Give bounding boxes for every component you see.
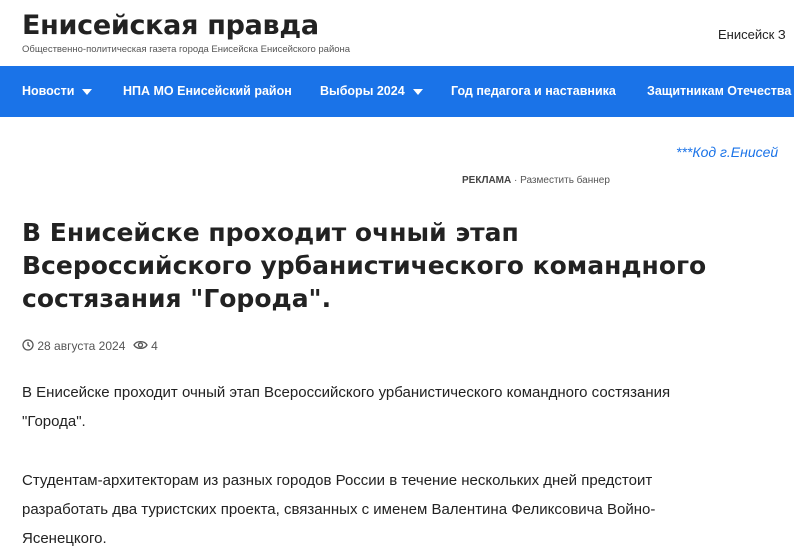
nav-item-label: НПА МО Енисейский район bbox=[123, 84, 292, 98]
nav-item-news[interactable]: Новости bbox=[22, 66, 93, 117]
clock-icon bbox=[22, 339, 34, 351]
nav-item-label: Год педагога и наставника bbox=[451, 84, 616, 98]
article-paragraph: В Енисейске проходит очный этап Всеросси… bbox=[22, 384, 671, 430]
eye-icon bbox=[132, 340, 148, 350]
ad-line: РЕКЛАМА · Разместить баннер bbox=[462, 175, 610, 186]
article-date: 28 августа 2024 bbox=[37, 338, 126, 353]
site-description: Общественно-политическая газета города Е… bbox=[22, 44, 351, 55]
chevron-down-icon bbox=[412, 88, 423, 95]
nav-item-defenders[interactable]: Защитникам Отечества bbox=[647, 66, 791, 117]
nav-item-label: Защитникам Отечества bbox=[647, 84, 792, 98]
nav-item-elections[interactable]: Выборы 2024 bbox=[320, 66, 423, 117]
main-navigation: Новости НПА МО Енисейский район Выборы 2… bbox=[0, 66, 794, 117]
nav-item-npa[interactable]: НПА МО Енисейский район bbox=[123, 66, 292, 117]
ad-label: РЕКЛАМА bbox=[462, 175, 512, 186]
article-paragraph: Студентам-архитекторам из разных городов… bbox=[22, 472, 656, 547]
place-banner-link[interactable]: Разместить баннер bbox=[520, 175, 610, 186]
news-ticker[interactable]: ***Код г.Енисей bbox=[676, 144, 778, 160]
nav-item-label: Новости bbox=[22, 84, 75, 98]
chevron-down-icon bbox=[82, 88, 93, 95]
nav-item-teacher-year[interactable]: Год педагога и наставника bbox=[451, 66, 616, 117]
article-views: 4 bbox=[151, 338, 158, 353]
article-title: В Енисейске проходит очный этап Всеросси… bbox=[22, 218, 707, 313]
article-meta: 28 августа 2024 4 bbox=[22, 338, 158, 353]
site-title[interactable]: Енисейская правда bbox=[22, 10, 319, 41]
header-location[interactable]: Енисейск З bbox=[718, 27, 786, 42]
nav-item-label: Выборы 2024 bbox=[320, 84, 405, 98]
ad-separator: · bbox=[514, 175, 518, 186]
site-header: Енисейская правда Общественно-политическ… bbox=[0, 0, 794, 66]
